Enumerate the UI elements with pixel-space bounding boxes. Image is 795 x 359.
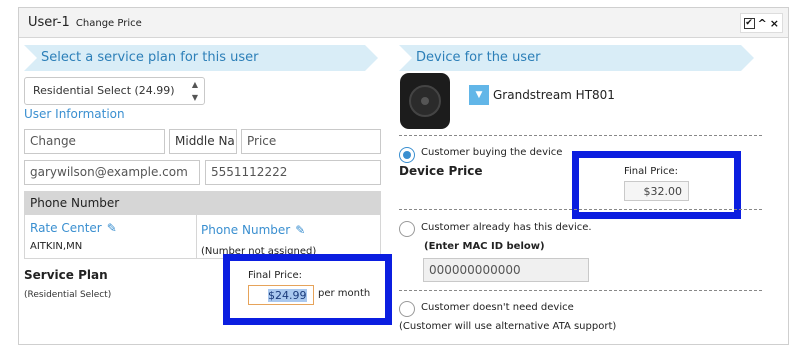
phone-cells-divider	[196, 215, 197, 259]
panel-subtitle: Change Price	[75, 18, 142, 29]
device-dropdown-button[interactable]: ▼	[469, 85, 489, 105]
service-final-price-label: Final Price:	[248, 270, 302, 281]
phone-number-section-header: Phone Number	[24, 191, 381, 215]
radio-buying-device[interactable]	[399, 147, 415, 163]
phone-number-link[interactable]: Phone Number ✎	[201, 223, 305, 237]
opt-buying-label: Customer buying the device	[421, 147, 563, 158]
device-final-price-label: Final Price:	[624, 166, 678, 177]
opt-has-device-label: Customer already has this device.	[421, 222, 592, 233]
panel-controls: ✔ ^ ×	[739, 13, 783, 33]
last-name-input[interactable]: Price	[241, 129, 381, 154]
device-ribbon: Device for the user	[399, 45, 754, 71]
mac-id-label: (Enter MAC ID below)	[424, 241, 545, 252]
service-final-price-value: $24.99	[268, 289, 307, 302]
separator	[399, 209, 762, 210]
device-final-price-input[interactable]: $32.00	[624, 181, 689, 201]
opt-no-device-label: Customer doesn't need device	[421, 302, 574, 313]
rate-center-label: Rate Center	[30, 221, 102, 235]
service-plan-select[interactable]: Residential Select (24.99) ▲ ▼	[24, 77, 205, 105]
radio-has-device[interactable]	[399, 221, 415, 237]
select-arrows-icon: ▲ ▼	[191, 80, 198, 102]
separator	[399, 135, 762, 136]
phone-number-label: Phone Number	[201, 223, 291, 237]
user-information-link[interactable]: User Information	[24, 107, 125, 121]
checkbox-icon[interactable]: ✔	[743, 17, 755, 29]
service-plan-select-value: Residential Select (24.99)	[33, 84, 175, 97]
rate-center-value: AITKIN,MN	[30, 241, 83, 252]
per-month-label: per month	[318, 288, 371, 299]
rate-center-link[interactable]: Rate Center ✎	[30, 221, 117, 235]
separator	[399, 290, 762, 291]
device-price-title: Device Price	[399, 164, 483, 178]
service-plan-title: Service Plan	[24, 268, 108, 282]
panel-header: User-1 Change Price ✔ ^ ×	[19, 8, 788, 38]
edit-icon[interactable]: ✎	[295, 223, 305, 237]
email-input[interactable]: garywilson@example.com	[24, 160, 200, 185]
collapse-icon[interactable]: ^	[758, 17, 767, 30]
middle-name-input[interactable]: Middle Na	[169, 129, 237, 154]
mac-id-input[interactable]: 000000000000	[423, 258, 589, 282]
close-icon[interactable]: ×	[770, 17, 779, 30]
panel-title-text: User-1	[28, 15, 70, 30]
opt-no-device-note: (Customer will use alternative ATA suppo…	[399, 321, 617, 332]
panel-title: User-1 Change Price	[28, 15, 142, 30]
edit-icon[interactable]: ✎	[107, 221, 117, 235]
phone-input[interactable]: 5551112222	[205, 160, 381, 185]
first-name-input[interactable]: Change	[24, 129, 165, 154]
service-plan-subtitle: (Residential Select)	[24, 290, 112, 300]
device-name: Grandstream HT801	[493, 88, 615, 102]
radio-no-device[interactable]	[399, 301, 415, 317]
device-image	[400, 73, 450, 129]
service-final-price-input[interactable]: $24.99	[248, 285, 314, 305]
service-plan-ribbon: Select a service plan for this user	[24, 45, 378, 71]
